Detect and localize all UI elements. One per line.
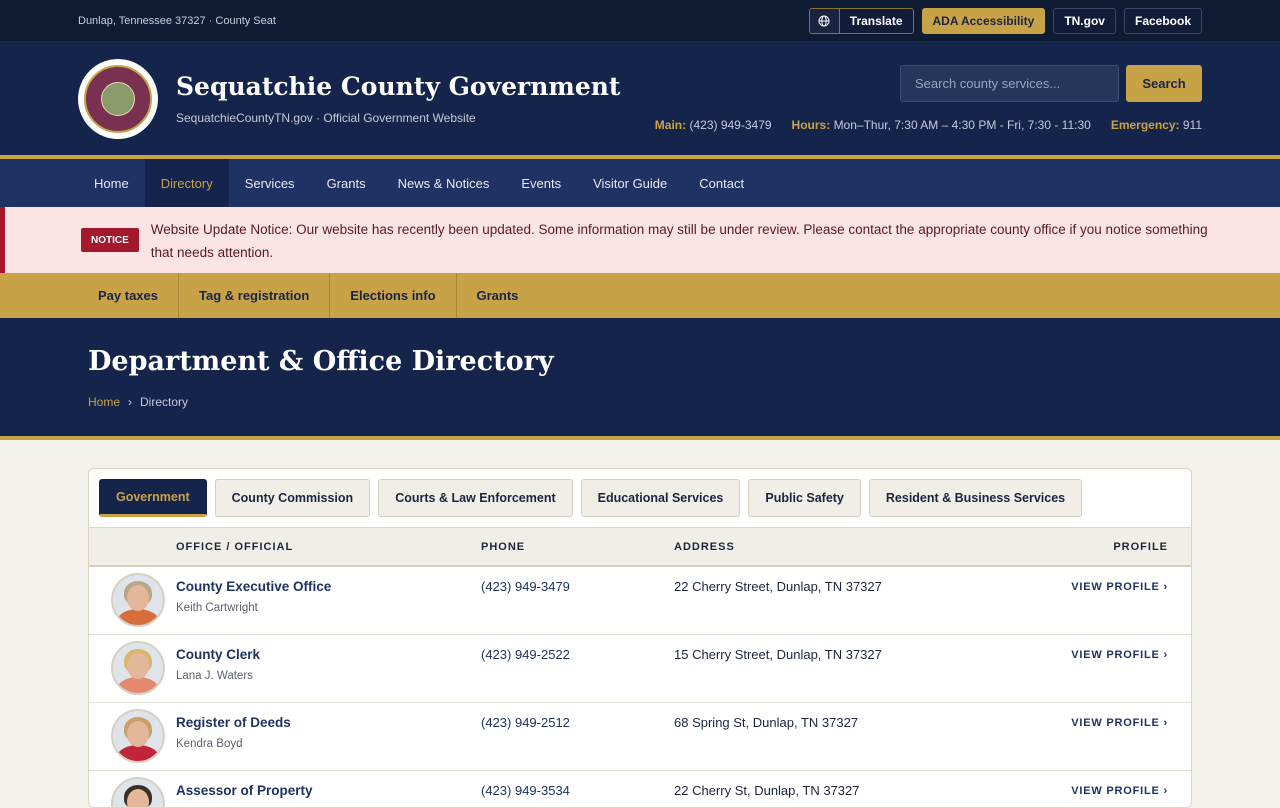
breadcrumb-current: Directory: [140, 395, 189, 409]
phone-link[interactable]: (423) 949-3534: [481, 771, 674, 798]
office-title-link[interactable]: Assessor of Property: [176, 783, 481, 798]
column-header-profile: PROFILE: [1113, 540, 1168, 553]
tab-courts-law-enforcement[interactable]: Courts & Law Enforcement: [378, 479, 573, 517]
table-row: County Executive Office Keith Cartwright…: [89, 567, 1191, 635]
directory-card: Government County Commission Courts & La…: [88, 468, 1192, 808]
location-text: Dunlap, Tennessee 37327 · County Seat: [78, 14, 276, 27]
page-hero: Department & Office Directory Home › Dir…: [0, 318, 1280, 440]
notice-text: Website Update Notice: Our website has r…: [150, 222, 1208, 260]
utility-bar: Dunlap, Tennessee 37327 · County Seat Tr…: [0, 0, 1280, 42]
globe-icon: [809, 8, 840, 33]
nav-item-contact[interactable]: Contact: [683, 159, 760, 207]
search-form: Search: [900, 65, 1202, 102]
avatar: [110, 641, 165, 695]
main-nav: Home Directory Services Grants News & No…: [0, 159, 1280, 207]
column-header-phone: PHONE: [481, 540, 526, 553]
column-header-address: ADDRESS: [674, 540, 735, 553]
nav-item-news[interactable]: News & Notices: [382, 159, 506, 207]
table-row: Assessor of Property (423) 949-3534 22 C…: [89, 771, 1191, 807]
nav-item-visitor-guide[interactable]: Visitor Guide: [577, 159, 683, 207]
office-title-link[interactable]: County Executive Office: [176, 579, 481, 594]
phone-link[interactable]: (423) 949-2512: [481, 703, 674, 730]
view-profile-link[interactable]: VIEW PROFILE ›: [1004, 567, 1180, 593]
utility-links: Translate ADA Accessibility TN.gov Faceb…: [808, 7, 1202, 34]
official-name: Kendra Boyd: [176, 738, 243, 750]
site-title: Sequatchie County Government: [176, 72, 621, 101]
tab-resident-business-services[interactable]: Resident & Business Services: [868, 479, 1083, 517]
avatar: [110, 777, 165, 807]
quick-link-tag-registration[interactable]: Tag & registration: [179, 273, 331, 318]
table-row: County Clerk Lana J. Waters (423) 949-25…: [89, 635, 1191, 703]
view-profile-link[interactable]: VIEW PROFILE ›: [1004, 635, 1180, 661]
site-subtitle: SequatchieCountyTN.gov · Official Govern…: [176, 111, 476, 125]
address-text: 22 Cherry St, Dunlap, TN 37327: [674, 783, 860, 798]
office-title-link[interactable]: Register of Deeds: [176, 715, 481, 730]
translate-widget[interactable]: Translate: [808, 7, 914, 34]
avatar: [110, 573, 165, 627]
header-right: Search Main: (423) 949-3479 Hours: Mon–T…: [655, 65, 1202, 132]
contact-info: Main: (423) 949-3479 Hours: Mon–Thur, 7:…: [655, 118, 1202, 132]
nav-item-directory[interactable]: Directory: [144, 159, 229, 207]
contact-emergency: Emergency: 911: [1110, 118, 1202, 132]
search-button[interactable]: Search: [1126, 65, 1202, 102]
county-seal-logo: [78, 58, 158, 139]
column-header-office: OFFICE / OFFICIAL: [176, 540, 294, 553]
nav-item-home[interactable]: Home: [78, 159, 145, 207]
breadcrumb: Home › Directory: [88, 395, 1192, 409]
notice-banner: NOTICE Website Update Notice: Our websit…: [0, 207, 1280, 273]
nav-item-services[interactable]: Services: [229, 159, 311, 207]
notice-badge: NOTICE: [81, 228, 139, 252]
address-text: 15 Cherry Street, Dunlap, TN 37327: [674, 647, 882, 662]
avatar: [110, 709, 165, 763]
office-title-link[interactable]: County Clerk: [176, 647, 481, 662]
facebook-link[interactable]: Facebook: [1123, 7, 1202, 34]
quick-link-grants[interactable]: Grants: [457, 273, 539, 318]
quick-link-pay-taxes[interactable]: Pay taxes: [78, 273, 179, 318]
breadcrumb-home[interactable]: Home: [88, 395, 120, 409]
view-profile-link[interactable]: VIEW PROFILE ›: [1004, 703, 1180, 729]
nav-item-events[interactable]: Events: [505, 159, 577, 207]
translate-button[interactable]: Translate: [839, 8, 913, 33]
page-title: Department & Office Directory: [88, 346, 554, 377]
official-name: Lana J. Waters: [176, 670, 253, 682]
contact-main: Main: (423) 949-3479: [654, 118, 772, 132]
nav-item-grants[interactable]: Grants: [311, 159, 382, 207]
contact-hours: Hours: Mon–Thur, 7:30 AM – 4:30 PM - Fri…: [791, 118, 1091, 132]
ada-accessibility-link[interactable]: ADA Accessibility: [921, 7, 1046, 34]
tn-gov-link[interactable]: TN.gov: [1053, 7, 1116, 34]
view-profile-link[interactable]: VIEW PROFILE ›: [1004, 771, 1180, 797]
tab-county-commission[interactable]: County Commission: [214, 479, 371, 517]
brand[interactable]: Sequatchie County Government SequatchieC…: [78, 58, 621, 139]
tab-public-safety[interactable]: Public Safety: [748, 479, 861, 517]
table-header: OFFICE / OFFICIAL PHONE ADDRESS PROFILE: [89, 527, 1191, 567]
tab-government[interactable]: Government: [99, 479, 207, 517]
official-name: Keith Cartwright: [176, 602, 258, 614]
table-row: Register of Deeds Kendra Boyd (423) 949-…: [89, 703, 1191, 771]
site-header: Sequatchie County Government SequatchieC…: [0, 42, 1280, 159]
address-text: 68 Spring St, Dunlap, TN 37327: [674, 715, 859, 730]
address-text: 22 Cherry Street, Dunlap, TN 37327: [674, 579, 882, 594]
breadcrumb-separator: ›: [128, 395, 133, 409]
phone-link[interactable]: (423) 949-3479: [481, 567, 674, 594]
phone-link[interactable]: (423) 949-2522: [481, 635, 674, 662]
directory-tabs: Government County Commission Courts & La…: [89, 469, 1191, 527]
quick-links-bar: Pay taxes Tag & registration Elections i…: [0, 273, 1280, 318]
tab-educational-services[interactable]: Educational Services: [580, 479, 741, 517]
quick-link-elections[interactable]: Elections info: [330, 273, 457, 318]
search-input[interactable]: [900, 65, 1119, 102]
